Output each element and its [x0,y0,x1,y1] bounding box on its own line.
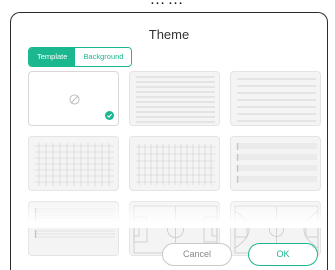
lined-icon [136,76,215,123]
tab-template[interactable]: Template [29,48,76,66]
template-none[interactable] [28,71,119,126]
template-lined-wide[interactable] [230,71,321,126]
template-grid[interactable] [28,136,119,191]
no-symbol-icon [69,94,80,105]
template-music-staff[interactable] [230,136,321,191]
theme-dialog: Theme Template Background Cancel OK [10,12,328,270]
ok-button[interactable]: OK [248,243,318,266]
template-music-staff-alt[interactable] [28,201,119,256]
staff-icon [34,208,115,238]
staff-icon [236,143,317,183]
grid-icon [136,144,215,185]
template-grid-fine[interactable] [129,136,220,191]
background-text-clipped: …… [0,0,335,10]
selected-check-icon [105,111,114,120]
grid-icon [35,143,114,186]
template-lined-narrow[interactable] [129,71,220,126]
theme-tabs: Template Background [28,47,133,67]
cancel-button[interactable]: Cancel [162,243,232,266]
lined-icon [237,78,316,122]
dialog-title: Theme [148,27,190,42]
tab-background[interactable]: Background [75,48,132,66]
